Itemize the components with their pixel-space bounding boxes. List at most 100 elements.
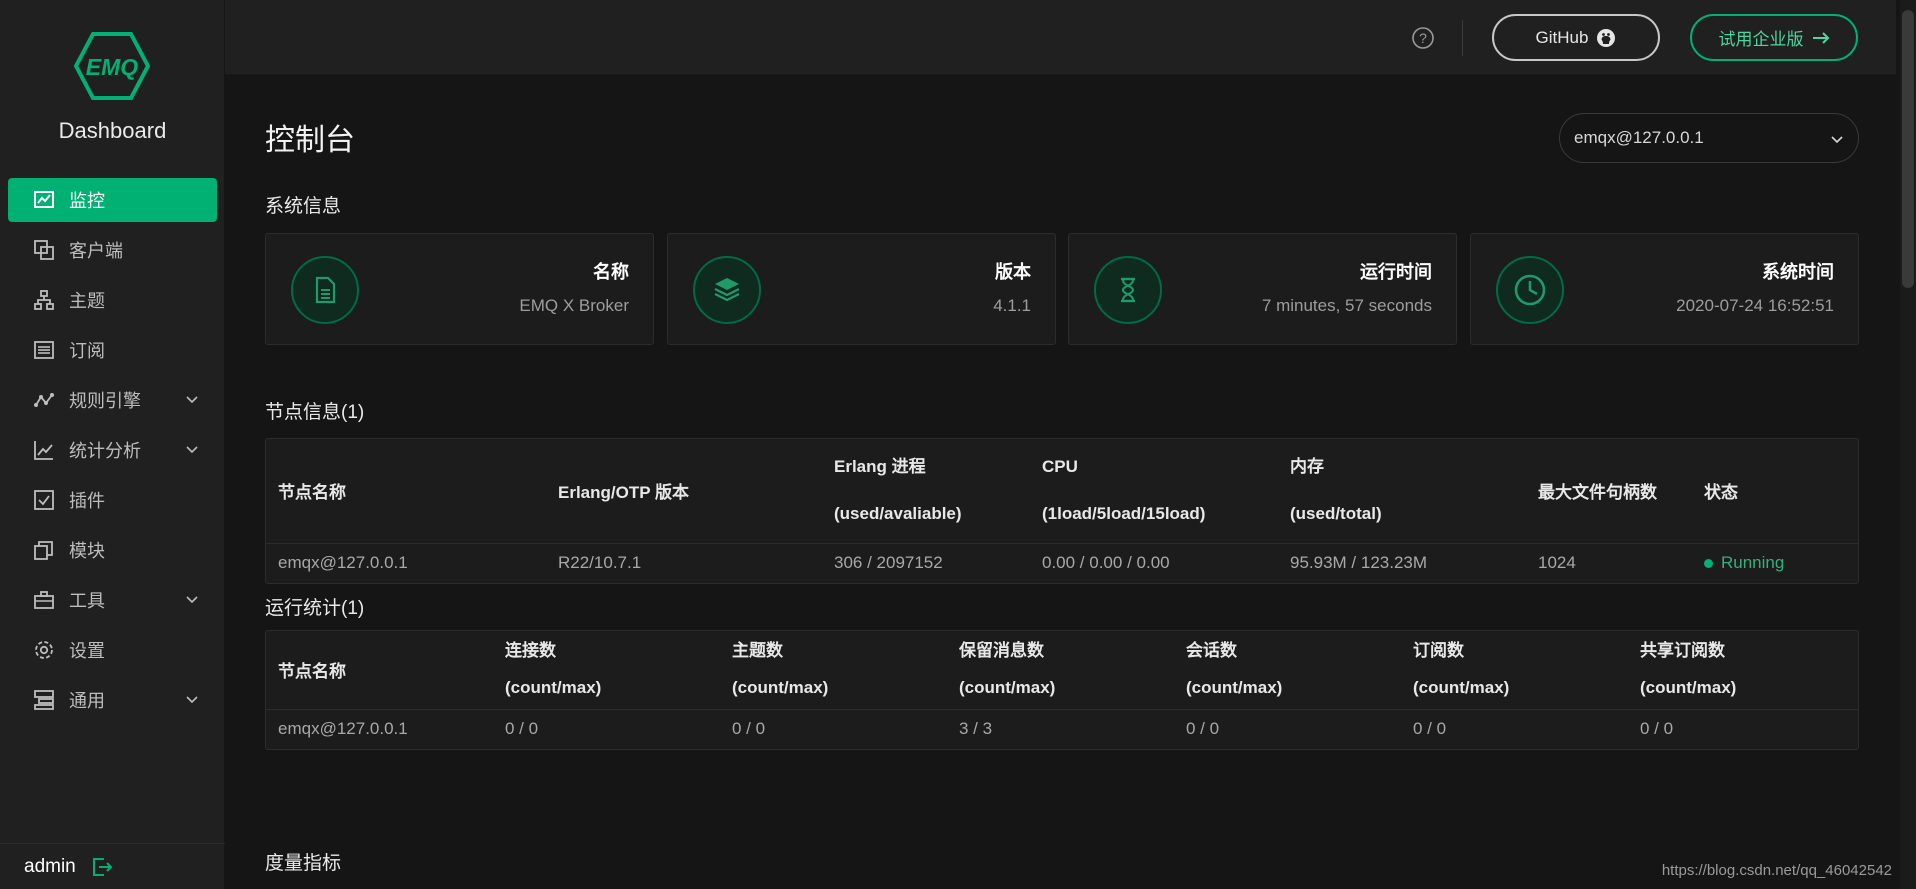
sidebar-item-clients[interactable]: 客户端 bbox=[8, 228, 217, 272]
run-stats-table: 节点名称 连接数 (count/max) 主题数 (count/max) 保留消息数… bbox=[265, 630, 1859, 750]
sidebar-nav: 监控 客户端 主题 订阅 规则引擎 统计分析 插件 模块 工具 设置 通用 bbox=[0, 178, 225, 728]
metrics-title: 度量指标 bbox=[265, 853, 342, 874]
card-value: EMQ X Broker bbox=[519, 296, 629, 315]
table-cell: 0 / 0 bbox=[1401, 708, 1628, 749]
sidebar-item-monitor[interactable]: 监控 bbox=[8, 178, 217, 222]
card-label: 版本 bbox=[995, 262, 1031, 282]
svg-text:?: ? bbox=[1419, 30, 1427, 46]
watermark: https://blog.csdn.net/qq_46042542 bbox=[1661, 862, 1892, 879]
sidebar-item-label: 统计分析 bbox=[69, 441, 141, 461]
username: admin bbox=[24, 855, 76, 877]
table-cell: 0 / 0 bbox=[493, 708, 720, 749]
system-info-title: 系统信息 bbox=[265, 196, 342, 217]
sidebar-item-rule-engine[interactable]: 规则引擎 bbox=[8, 378, 217, 422]
column-header: 状态 bbox=[1704, 483, 1738, 503]
sidebar-item-topics[interactable]: 主题 bbox=[8, 278, 217, 322]
layers-icon bbox=[693, 256, 761, 324]
status-cell: Running bbox=[1692, 542, 1858, 583]
emq-logo-icon[interactable]: EMQ bbox=[74, 30, 150, 102]
chevron-down-icon bbox=[186, 596, 198, 604]
sidebar-item-label: 插件 bbox=[69, 491, 105, 511]
column-header: Erlang/OTP 版本 bbox=[558, 483, 689, 503]
sidebar-item-label: 订阅 bbox=[69, 341, 105, 361]
sidebar-item-analytics[interactable]: 统计分析 bbox=[8, 428, 217, 472]
sidebar-item-modules[interactable]: 模块 bbox=[8, 528, 217, 572]
table-cell: 0.00 / 0.00 / 0.00 bbox=[1030, 542, 1278, 583]
card-system-time: 系统时间 2020-07-24 16:52:51 bbox=[1470, 233, 1859, 345]
github-button[interactable]: GitHub bbox=[1492, 14, 1660, 61]
clock-icon bbox=[1496, 256, 1564, 324]
run-stats-title: 运行统计(1) bbox=[265, 598, 365, 619]
sidebar-item-label: 设置 bbox=[69, 641, 105, 661]
gear-icon bbox=[33, 639, 55, 661]
scrollbar[interactable] bbox=[1900, 0, 1916, 889]
card-value: 7 minutes, 57 seconds bbox=[1261, 296, 1432, 315]
topics-icon bbox=[33, 289, 55, 311]
column-header: 主题数 (count/max) bbox=[732, 641, 829, 697]
column-header: CPU (1load/5load/15load) bbox=[1042, 457, 1206, 523]
table-cell: 0 / 0 bbox=[1628, 708, 1858, 749]
table-header-row: 节点名称 连接数 (count/max) 主题数 (count/max) 保留消息数… bbox=[266, 631, 1858, 709]
chevron-down-icon bbox=[186, 446, 198, 454]
sidebar-item-general[interactable]: 通用 bbox=[8, 678, 217, 722]
scrollbar-thumb[interactable] bbox=[1902, 10, 1914, 288]
table-cell: 306 / 2097152 bbox=[822, 542, 1030, 583]
table-row: emqx@127.0.0.1 0 / 0 0 / 0 3 / 3 0 / 0 0… bbox=[266, 708, 1858, 749]
help-icon[interactable]: ? bbox=[1411, 26, 1435, 50]
monitor-icon bbox=[33, 189, 55, 211]
card-label: 名称 bbox=[593, 262, 629, 282]
column-header: 共享订阅数 (count/max) bbox=[1640, 641, 1737, 697]
column-header: Erlang 进程 (used/avaliable) bbox=[834, 457, 962, 523]
modules-icon bbox=[33, 539, 55, 561]
logout-icon[interactable] bbox=[90, 855, 114, 879]
tools-icon bbox=[33, 589, 55, 611]
sidebar-item-label: 监控 bbox=[69, 191, 105, 211]
card-value: 4.1.1 bbox=[993, 296, 1031, 315]
card-name: 名称 EMQ X Broker bbox=[265, 233, 654, 345]
github-label: GitHub bbox=[1535, 27, 1589, 47]
sidebar-item-label: 工具 bbox=[69, 591, 105, 611]
sidebar: EMQ Dashboard 监控 客户端 主题 订阅 规则引擎 统计分析 插件 … bbox=[0, 0, 225, 889]
sidebar-item-plugins[interactable]: 插件 bbox=[8, 478, 217, 522]
rule-engine-icon bbox=[33, 389, 55, 411]
sidebar-item-label: 主题 bbox=[69, 291, 105, 311]
table-cell: 3 / 3 bbox=[947, 708, 1174, 749]
column-header: 节点名称 bbox=[278, 483, 346, 503]
column-header: 节点名称 bbox=[278, 662, 346, 682]
chevron-down-icon bbox=[186, 696, 198, 704]
status-dot-icon bbox=[1704, 559, 1713, 569]
card-label: 运行时间 bbox=[1360, 262, 1432, 282]
column-header: 保留消息数 (count/max) bbox=[959, 641, 1056, 697]
column-header: 内存 (used/total) bbox=[1290, 457, 1382, 523]
sidebar-item-label: 模块 bbox=[69, 541, 105, 561]
column-header: 最大文件句柄数 bbox=[1538, 483, 1657, 503]
svg-text:EMQ: EMQ bbox=[86, 54, 139, 80]
sidebar-item-subscriptions[interactable]: 订阅 bbox=[8, 328, 217, 372]
table-cell: 95.93M / 123.23M bbox=[1278, 542, 1526, 583]
clients-icon bbox=[33, 239, 55, 261]
node-select[interactable]: emqx@127.0.0.1 bbox=[1559, 113, 1859, 163]
analytics-icon bbox=[33, 439, 55, 461]
table-row: emqx@127.0.0.1 R22/10.7.1 306 / 2097152 … bbox=[266, 542, 1858, 583]
header-divider bbox=[1462, 20, 1463, 56]
table-cell: emqx@127.0.0.1 bbox=[266, 542, 546, 583]
document-icon bbox=[291, 256, 359, 324]
sidebar-item-tools[interactable]: 工具 bbox=[8, 578, 217, 622]
sidebar-item-label: 规则引擎 bbox=[69, 391, 141, 411]
subscriptions-icon bbox=[33, 339, 55, 361]
chevron-down-icon bbox=[186, 396, 198, 404]
node-info-title: 节点信息(1) bbox=[265, 402, 365, 423]
sidebar-item-label: 客户端 bbox=[69, 241, 123, 261]
column-header: 连接数 (count/max) bbox=[505, 641, 602, 697]
page-title: 控制台 bbox=[265, 124, 355, 157]
general-icon bbox=[33, 689, 55, 711]
table-header-row: 节点名称 Erlang/OTP 版本 Erlang 进程 (used/avalia… bbox=[266, 439, 1858, 543]
top-bar: ? GitHub 试用企业版 bbox=[225, 0, 1896, 75]
chevron-down-icon bbox=[1831, 136, 1843, 144]
arrow-right-icon bbox=[1812, 31, 1829, 44]
sidebar-item-settings[interactable]: 设置 bbox=[8, 628, 217, 672]
system-info-cards: 名称 EMQ X Broker 版本 4.1.1 运行时间 7 minutes,… bbox=[265, 233, 1859, 345]
trial-enterprise-button[interactable]: 试用企业版 bbox=[1690, 14, 1858, 61]
user-bar: admin bbox=[0, 843, 225, 889]
sidebar-item-label: 通用 bbox=[69, 691, 105, 711]
